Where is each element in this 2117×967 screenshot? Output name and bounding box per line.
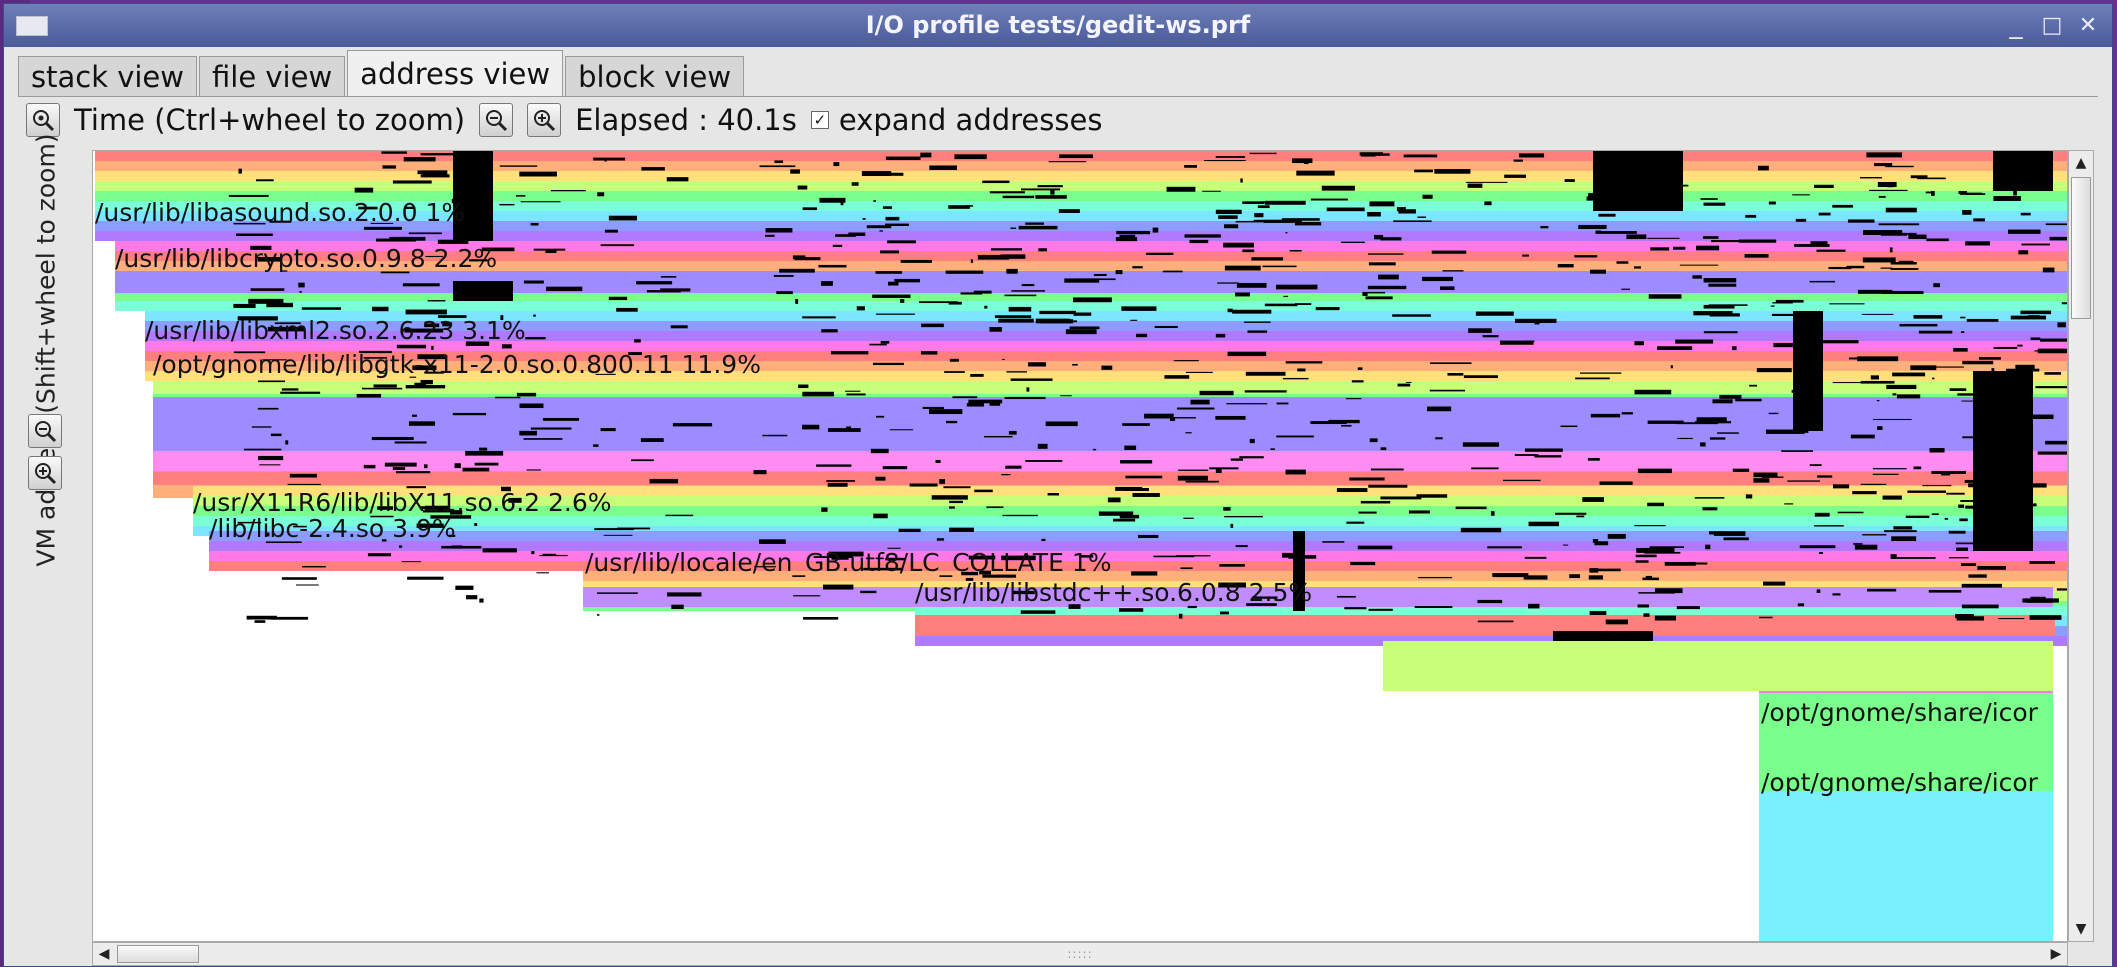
toolbar: Time (Ctrl+wheel to zoom) Elapsed : 40.1… [26,100,1102,140]
time-zoom-out-button[interactable] [479,103,514,137]
expand-addresses-label[interactable]: expand addresses [839,103,1103,137]
scroll-left-icon[interactable]: ◀ [93,943,115,965]
close-button[interactable]: ✕ [2073,13,2103,38]
mapping-label: /usr/lib/libcrypto.so.0.9.8 2.2% [115,244,497,273]
zoom-in-icon [534,110,556,132]
title-bar[interactable]: I/O profile tests/gedit-ws.prf _ □ ✕ [4,4,2112,47]
scroll-right-icon[interactable]: ▶ [2045,943,2067,965]
elapsed-label: Elapsed : 40.1s [575,103,797,137]
vertical-scrollbar[interactable]: ▲ ▼ [2068,150,2094,942]
view-tabs: stack view file view address view block … [18,50,746,96]
tab-block-view[interactable]: block view [565,56,745,96]
vertical-axis-label: VM address (Shift+wheel to zoom) [31,133,61,567]
horizontal-scroll-thumb[interactable] [117,945,199,963]
address-zoom-in-button[interactable] [28,456,62,490]
address-zoom-out-button[interactable] [28,414,62,448]
tab-stack-view[interactable]: stack view [18,56,197,96]
time-zoom-in-button[interactable] [527,103,562,137]
time-axis-label: Time (Ctrl+wheel to zoom) [74,103,466,137]
mapping-label: /lib/libc-2.4.so 3.9% [209,514,456,543]
mapping-label: /opt/gnome/share/icor [1761,768,2039,797]
mapping-label: /usr/lib/locale/en_GB.utf8/LC_COLLATE 1% [585,548,1112,577]
tab-divider [18,96,2098,97]
zoom-out-icon [486,110,508,132]
vertical-axis-label-box: VM address (Shift+wheel to zoom) [26,133,66,566]
tab-address-view[interactable]: address view [347,50,564,96]
zoom-fit-icon [33,110,55,132]
scroll-up-icon[interactable]: ▲ [2069,151,2093,175]
mapping-label: /usr/lib/libxml2.so.2.6.23 3.1% [145,316,526,345]
tab-file-view[interactable]: file view [199,56,346,96]
address-plot-canvas[interactable]: /usr/lib/libasound.so.2.0.0 1% /usr/lib/l… [93,151,2068,942]
maximize-button[interactable]: □ [2037,13,2067,38]
mapping-label: /usr/lib/libasound.so.2.0.0 1% [95,198,465,227]
minimize-button[interactable]: _ [2001,10,2031,40]
window-title: I/O profile tests/gedit-ws.prf [865,11,1251,39]
scroll-down-icon[interactable]: ▼ [2069,917,2093,941]
expand-addresses-checkbox[interactable]: ✓ [810,111,829,129]
address-plot[interactable]: /usr/lib/libasound.so.2.0.0 1% /usr/lib/l… [92,150,2068,942]
app-window: I/O profile tests/gedit-ws.prf _ □ ✕ sta… [3,3,2113,967]
vertical-scroll-thumb[interactable] [2071,177,2091,319]
scroll-grip-icon: ::::: [1067,947,1093,961]
mapping-label: /opt/gnome/lib/libgtk-x11-2.0.so.0.800.1… [153,350,761,379]
horizontal-scrollbar[interactable]: ◀ ::::: ▶ [92,942,2068,966]
zoom-in-icon [35,463,57,485]
mapping-label: /usr/X11R6/lib/libX11.so.6.2 2.6% [193,488,612,517]
zoom-out-icon [35,421,57,443]
mapping-label: /usr/lib/libstdc++.so.6.0.8 2.5% [915,578,1312,607]
mapping-label: /opt/gnome/share/icor [1761,698,2039,727]
time-zoom-fit-button[interactable] [26,103,60,137]
